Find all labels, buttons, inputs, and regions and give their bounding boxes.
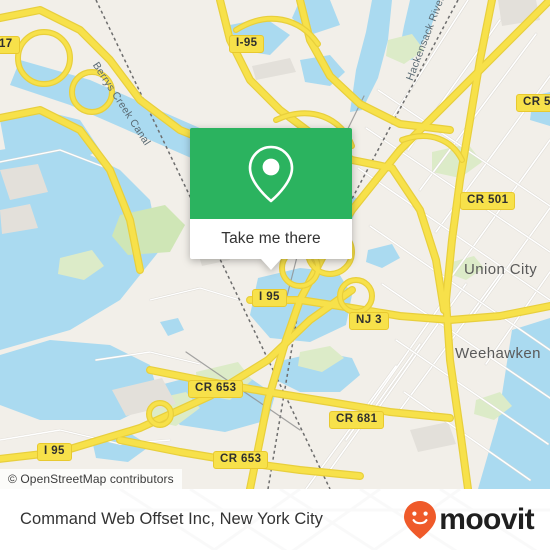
road-shield-i95-north[interactable]: I-95 [229, 35, 265, 53]
popup-pin-area [190, 128, 352, 219]
road-shield-cr501[interactable]: CR 501 [460, 192, 516, 210]
road-shield-nj3[interactable]: NJ 3 [349, 312, 389, 330]
map-attribution[interactable]: © OpenStreetMap contributors [0, 469, 182, 489]
footer-content: Command Web Offset Inc, New York City mo… [0, 489, 550, 550]
moovit-logo[interactable]: moovit [403, 500, 535, 540]
road-shield-17[interactable]: 17 [0, 36, 20, 54]
attribution-text: © OpenStreetMap contributors [8, 472, 174, 486]
moovit-wordmark: moovit [439, 502, 534, 536]
map-pin-icon [248, 145, 294, 202]
road-shield-cr50[interactable]: CR 50 [516, 94, 550, 112]
road-shield-cr681[interactable]: CR 681 [329, 411, 385, 429]
location-popup[interactable]: Take me there [190, 128, 352, 270]
moovit-pin-smiley-icon [404, 500, 437, 539]
place-title: Command Web Offset Inc, New York City [20, 510, 323, 528]
road-shield-i95-mid[interactable]: I 95 [252, 289, 287, 307]
road-shield-cr653-lower[interactable]: CR 653 [213, 451, 269, 469]
take-me-there-label: Take me there [221, 230, 321, 247]
road-shield-i95-lower[interactable]: I 95 [37, 443, 72, 461]
road-shield-cr653-upper[interactable]: CR 653 [188, 380, 244, 398]
moovit-map-card: .wtr { fill:#aadaf0; } .lnd { fill:#f2ef… [0, 0, 550, 550]
footer-bar: Command Web Offset Inc, New York City mo… [0, 489, 550, 550]
popup-pointer [261, 259, 281, 270]
popup-action-bar[interactable]: Take me there [190, 219, 352, 270]
map-canvas[interactable]: .wtr { fill:#aadaf0; } .lnd { fill:#f2ef… [0, 0, 550, 489]
